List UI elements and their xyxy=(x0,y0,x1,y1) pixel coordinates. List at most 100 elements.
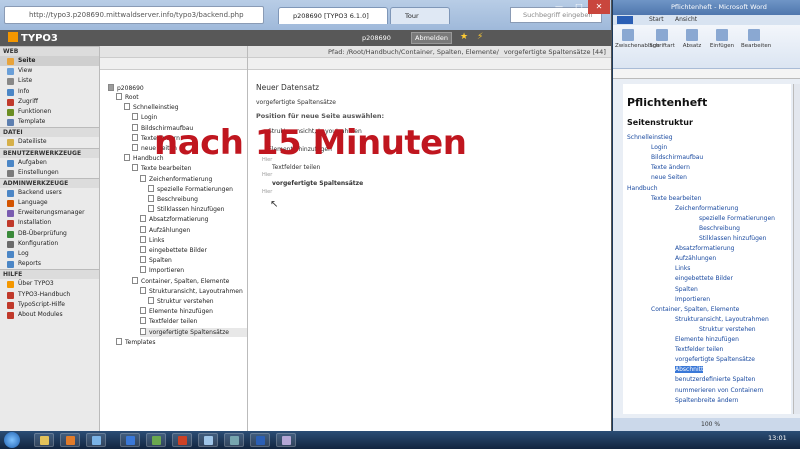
address-bar[interactable]: http://typo3.p208690.mittwaldserver.info… xyxy=(4,6,264,24)
tree-node[interactable]: Strukturansicht, Layoutrahmen xyxy=(140,286,243,296)
module-item[interactable]: Backend users xyxy=(0,188,99,198)
ribbon-insert[interactable]: Einfügen xyxy=(709,29,735,49)
tree-node[interactable]: Aufzählungen xyxy=(140,225,190,235)
module-group-header[interactable]: BENUTZERWERKZEUGE xyxy=(0,147,99,158)
document-line[interactable]: Strukturansicht, Layoutrahmen xyxy=(675,316,769,323)
document-line[interactable]: Textfelder teilen xyxy=(675,346,723,353)
tab-ansicht[interactable]: Ansicht xyxy=(675,15,697,25)
document-line[interactable]: Texte bearbeiten xyxy=(651,195,701,202)
document-line[interactable]: vorgefertigte Spaltensätze xyxy=(675,356,755,363)
taskbar-clock[interactable]: 13:01 xyxy=(768,434,787,442)
document-line[interactable]: Aufzählungen xyxy=(675,255,716,262)
module-item[interactable]: Aufgaben xyxy=(0,158,99,168)
typo3-logo[interactable]: TYPO3 xyxy=(8,32,58,44)
document-line[interactable]: Zeichenformatierung xyxy=(675,205,738,212)
tree-node[interactable]: Textfelder teilen xyxy=(140,317,197,326)
tree-root[interactable]: p208690 xyxy=(108,84,144,93)
ribbon-font[interactable]: Schriftart xyxy=(649,29,675,49)
module-item[interactable]: Über TYPO3 xyxy=(0,279,99,289)
document-line[interactable]: Bildschirmaufbau xyxy=(651,154,703,161)
tree-node[interactable]: Elemente hinzufügen xyxy=(140,307,213,316)
module-group-header[interactable]: DATEI xyxy=(0,127,99,138)
tab-typo3[interactable]: p208690 [TYPO3 6.1.0] xyxy=(278,7,388,24)
bookmark-star-icon[interactable]: ★ xyxy=(460,32,468,42)
word-scrollbar[interactable] xyxy=(793,84,800,414)
close-icon[interactable]: ✕ xyxy=(588,0,610,14)
zoom-level[interactable]: 100 % xyxy=(701,418,720,431)
tree-node[interactable]: Texte bearbeiten xyxy=(132,164,191,173)
document-line[interactable]: neue Seiten xyxy=(651,174,687,181)
tree-node[interactable]: Login xyxy=(132,113,157,122)
document-line[interactable]: Login xyxy=(651,144,667,151)
tree-node[interactable]: Struktur verstehen xyxy=(148,297,214,306)
module-item[interactable]: Reports xyxy=(0,259,99,269)
module-item[interactable]: Liste xyxy=(0,76,99,86)
module-item[interactable]: Zugriff xyxy=(0,97,99,107)
module-item[interactable]: DB-Überprüfung xyxy=(0,229,99,239)
document-line[interactable]: Absatzformatierung xyxy=(675,245,734,252)
tree-node[interactable]: Zeichenformatierung xyxy=(140,174,212,184)
start-button-icon[interactable] xyxy=(4,432,20,448)
document-line[interactable]: Spalten xyxy=(675,286,698,293)
module-item[interactable]: Log xyxy=(0,249,99,259)
module-item[interactable]: View xyxy=(0,66,99,76)
tree-node[interactable]: eingebettete Bilder xyxy=(140,246,207,255)
document-line[interactable]: Handbuch xyxy=(627,185,658,192)
tree-node[interactable]: Container, Spalten, Elemente xyxy=(132,276,229,286)
taskbar-app-icon[interactable] xyxy=(198,433,218,447)
module-item[interactable]: Erweiterungsmanager xyxy=(0,208,99,218)
ribbon-paragraph[interactable]: Absatz xyxy=(679,29,705,49)
module-item[interactable]: TypoScript-Hilfe xyxy=(0,300,99,310)
module-item[interactable]: Info xyxy=(0,87,99,97)
minimize-icon[interactable]: — xyxy=(548,0,570,14)
document-line[interactable]: Elemente hinzufügen xyxy=(675,336,739,343)
cache-bolt-icon[interactable]: ⚡ xyxy=(477,32,483,42)
module-item[interactable]: Installation xyxy=(0,218,99,228)
module-item[interactable]: Language xyxy=(0,198,99,208)
document-line[interactable]: eingebettete Bilder xyxy=(675,275,733,282)
taskbar-word-icon[interactable] xyxy=(250,433,270,447)
module-item[interactable]: Konfiguration xyxy=(0,239,99,249)
tree-node[interactable]: Beschreibung xyxy=(148,195,198,204)
document-line[interactable]: benutzerdefinierte Spalten xyxy=(675,376,755,383)
tree-node[interactable]: Absatzformatierung xyxy=(140,215,208,224)
tree-node[interactable]: Stilklassen hinzufügen xyxy=(148,205,224,214)
tab-start[interactable]: Start xyxy=(649,15,664,25)
module-item[interactable]: Dateiliste xyxy=(0,137,99,147)
module-item[interactable]: Funktionen xyxy=(0,107,99,117)
document-line[interactable]: Spaltenbreite ändern xyxy=(675,397,738,404)
document-line[interactable]: Struktur verstehen xyxy=(699,326,756,333)
ribbon-clipboard[interactable]: Zwischenablage xyxy=(615,29,660,49)
document-line[interactable]: Schnelleinstieg xyxy=(627,134,673,141)
document-line[interactable]: Importieren xyxy=(675,296,710,303)
maximize-icon[interactable]: □ xyxy=(568,0,590,14)
document-line[interactable]: spezielle Formatierungen xyxy=(699,215,775,222)
ribbon-edit[interactable]: Bearbeiten xyxy=(741,29,771,49)
tree-node[interactable]: Root xyxy=(116,93,139,102)
module-item[interactable]: TYPO3-Handbuch xyxy=(0,290,99,300)
module-item[interactable]: Template xyxy=(0,117,99,127)
tree-node[interactable]: Templates xyxy=(116,337,156,347)
office-button-icon[interactable] xyxy=(617,16,633,24)
module-item[interactable]: Seite xyxy=(0,56,99,67)
tree-node[interactable]: Spalten xyxy=(140,256,172,265)
insert-marker[interactable]: Hier xyxy=(262,189,272,195)
module-item[interactable]: About Modules xyxy=(0,310,99,320)
taskbar-app-icon[interactable] xyxy=(86,433,106,447)
module-item[interactable]: Einstellungen xyxy=(0,168,99,178)
document-line[interactable]: Beschreibung xyxy=(699,225,740,232)
taskbar-app-icon[interactable] xyxy=(276,433,296,447)
document-line[interactable]: Abschnitt xyxy=(675,366,704,374)
logout-button[interactable]: Abmelden xyxy=(411,32,452,44)
taskbar-explorer-icon[interactable] xyxy=(34,433,54,447)
tree-node[interactable]: Links xyxy=(140,235,164,245)
taskbar-app-icon[interactable] xyxy=(224,433,244,447)
insert-marker[interactable]: Hier xyxy=(262,172,272,178)
taskbar-media-icon[interactable] xyxy=(60,433,80,447)
module-group-header[interactable]: HILFE xyxy=(0,269,99,280)
tree-node[interactable]: Schnelleinstieg xyxy=(124,103,179,112)
tree-node[interactable]: Importieren xyxy=(140,266,184,275)
user-name[interactable]: p208690 xyxy=(362,32,391,44)
document-line[interactable]: nummerieren von Containern xyxy=(675,387,764,394)
module-group-header[interactable]: WEB xyxy=(0,46,99,56)
